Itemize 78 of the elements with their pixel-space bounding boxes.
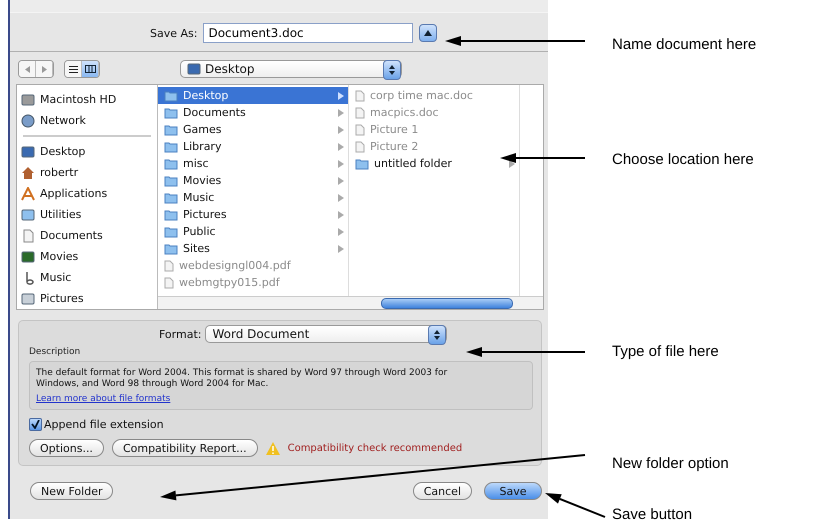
description-label: Description [29,347,80,357]
sidebar-item[interactable]: Documents [21,225,153,246]
file-list-item[interactable]: Library [158,138,348,155]
sidebar-item[interactable]: Macintosh HD [21,89,153,110]
chevron-right-icon [338,176,344,184]
annotation-text: Choose location here [612,151,754,168]
file-list-item[interactable]: Public [158,223,348,240]
location-popup[interactable]: Desktop [180,60,402,78]
up-down-arrows-icon [434,330,440,340]
file-list-item[interactable]: Movies [158,172,348,189]
options-button[interactable]: Options... [29,439,104,457]
sidebar-item[interactable]: Applications [21,183,153,204]
format-popup[interactable]: Word Document [205,325,448,343]
horizontal-scrollbar[interactable] [158,296,543,309]
annotation-text: Name document here [612,36,756,53]
append-extension-checkbox[interactable] [29,418,42,431]
chevron-right-icon [509,160,515,168]
file-list-item[interactable]: Documents [158,104,348,121]
chevron-right-icon [338,108,344,116]
file-list-item[interactable]: Sites [158,240,348,257]
triangle-up-icon [424,30,432,36]
chevron-right-icon [338,244,344,252]
file-list-item[interactable]: misc [158,155,348,172]
sidebar-item[interactable]: Desktop [21,141,153,162]
warning-text: Compatibility check recommended [288,442,462,454]
chevron-right-icon [338,228,344,236]
document-icon [355,106,365,118]
chevron-right-icon [338,142,344,150]
document-icon [355,90,365,102]
document-icon [164,276,174,288]
description-text: The default format for Word 2004. This format is shared by Word 97 through Word 2003 for Windows, and Word 98 through Word 2004 for Mac. [36,368,448,390]
sidebar-item[interactable]: Utilities [21,204,153,225]
triangle-left-icon [24,66,30,72]
save-as-label: Save As: [150,26,198,40]
document-icon [355,124,365,136]
chevron-right-icon [338,92,344,100]
column-view-button[interactable] [82,61,99,77]
annotation-text: New folder option [612,455,729,472]
scroll-thumb[interactable] [381,298,513,308]
file-list-item[interactable]: Desktop [158,87,348,104]
chevron-right-icon [338,126,344,134]
up-down-arrows-icon [389,65,395,75]
file-list-item[interactable]: Pictures [158,206,348,223]
warning-icon [266,442,280,454]
back-button[interactable] [19,61,36,77]
document-icon [355,140,365,152]
annotation-text: Save button [612,506,692,523]
dialog-button[interactable]: Save [484,482,542,500]
sidebar-item[interactable]: robertr [21,162,153,183]
chevron-right-icon [338,194,344,202]
sidebar-item[interactable]: Network [21,110,153,131]
checkmark-icon [31,420,40,429]
file-list-item[interactable]: untitled folder [349,155,519,172]
dialog-button[interactable]: New Folder [30,482,114,500]
file-name-field[interactable]: Document3.doc [203,23,414,43]
list-view-button[interactable] [65,61,82,77]
document-icon [21,228,35,242]
home-icon [21,166,35,180]
list-icon [68,66,78,72]
sidebar-item[interactable]: Pictures [21,288,153,309]
options-button[interactable]: Compatibility Report... [112,439,258,457]
globe-icon [21,114,35,128]
file-list-item[interactable]: Games [158,121,348,138]
columns-icon [84,65,96,73]
triangle-right-icon [42,66,46,72]
sidebar-item[interactable]: Movies [21,246,153,267]
sidebar-item[interactable]: Music [21,267,153,288]
append-extension-label: Append file extension [44,418,164,431]
apps-icon [21,186,35,200]
learn-more-link[interactable]: Learn more about file formats [36,394,170,405]
format-label: Format: [159,328,202,340]
file-list-item[interactable]: Music [158,189,348,206]
annotation-text: Type of file here [612,343,719,360]
document-icon [164,260,174,272]
collapse-button[interactable] [419,24,438,42]
chevron-right-icon [338,210,344,218]
chevron-right-icon [338,160,344,168]
dialog-button[interactable]: Cancel [412,482,472,500]
